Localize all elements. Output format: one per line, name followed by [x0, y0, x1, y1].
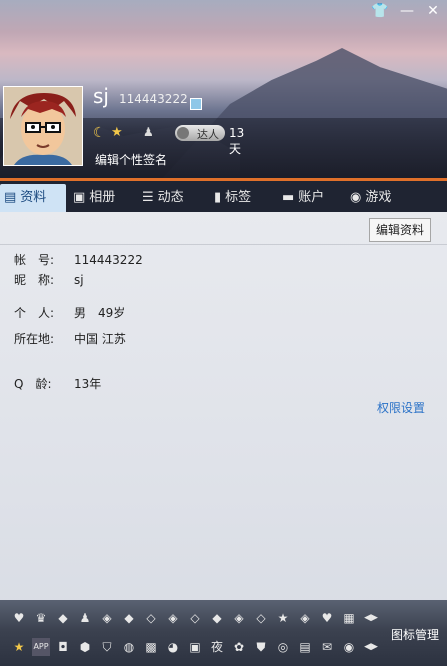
mail-icon[interactable]: ✉ [318, 638, 336, 656]
swirl-icon[interactable]: ◍ [120, 638, 138, 656]
document-icon[interactable]: ▤ [296, 638, 314, 656]
tab-games[interactable]: ◉ 游戏 [350, 184, 391, 212]
pet-icon[interactable]: ✿ [230, 638, 248, 656]
diamond-icon[interactable]: ◆ [54, 609, 72, 627]
minimize-icon[interactable]: — [396, 2, 418, 20]
nickname[interactable]: sj [93, 84, 109, 108]
heart-icon[interactable]: ♥ [10, 609, 28, 627]
id-card-icon: ▤ [4, 190, 17, 205]
tab-label: 游戏 [365, 190, 392, 205]
tab-label: 标签 [225, 190, 252, 205]
photo-album-icon: ▣ [73, 190, 86, 205]
shield-icon[interactable]: ⛉ [98, 638, 116, 656]
personal-value: 男 49岁 [74, 306, 126, 320]
vip-badge-icon[interactable] [190, 98, 202, 110]
profile-header: 👕 — ✕ sj 114443222 ☾ ★ ♟ 达人 13天 编辑个性签名 [0, 0, 447, 178]
profile-content: 编辑资料 帐 号: 114443222 昵 称: sj 个 人: 男 49岁 所在地:… [0, 212, 447, 592]
briefcase-icon: ▬ [282, 190, 295, 205]
circle-icon[interactable]: ◉ [340, 638, 358, 656]
diamond-icon[interactable]: ◆ [120, 609, 138, 627]
account-row: 帐 号: 114443222 [14, 251, 143, 268]
penguin-icon[interactable]: ♟ [76, 609, 94, 627]
edit-signature-link[interactable]: 编辑个性签名 [95, 151, 167, 168]
location-value: 中国 江苏 [74, 332, 126, 346]
prev-next-arrows-icon[interactable]: ◀▶ [362, 609, 380, 627]
3d-icon[interactable]: ◎ [274, 638, 292, 656]
tab-bar: ▤ 资料 ▣ 相册 ☰ 动态 ▮ 标签 ▬ 账户 ◉ 游戏 [0, 178, 447, 212]
nickname-row: 昵 称: sj [14, 271, 84, 288]
moon-level-icon[interactable]: ☾ [93, 125, 106, 141]
camera-icon[interactable]: ◘ [54, 638, 72, 656]
tab-profile[interactable]: ▤ 资料 [0, 184, 66, 212]
edit-profile-button[interactable]: 编辑资料 [368, 218, 431, 242]
hexagon-icon[interactable]: ⬢ [76, 638, 94, 656]
profile-window: 👕 — ✕ sj 114443222 ☾ ★ ♟ 达人 13天 编辑个性签名 ▤… [0, 0, 447, 666]
icon-manager-button[interactable]: 图标管理 [391, 626, 439, 643]
account-value: 114443222 [74, 253, 143, 267]
night-icon[interactable]: 夜 [208, 638, 226, 656]
talent-days: 13天 [229, 126, 245, 156]
shield-t-icon[interactable]: ⛊ [252, 638, 270, 656]
talent-person-icon [177, 127, 189, 139]
talent-badge[interactable]: 达人 [175, 125, 225, 141]
gem-icon[interactable]: ◈ [164, 609, 182, 627]
star-icon[interactable]: ★ [10, 638, 28, 656]
close-icon[interactable]: ✕ [422, 2, 444, 20]
talent-label: 达人 [197, 128, 219, 141]
permission-settings-link[interactable]: 权限设置 [377, 399, 425, 416]
avatar-image [4, 87, 82, 165]
gem-icon[interactable]: ◇ [252, 609, 270, 627]
service-icon-bar: ♥ ♛ ◆ ♟ ◈ ◆ ◇ ◈ ◇ ◆ ◈ ◇ ★ ◈ ♥ ▦ ◀▶ ★ APP… [0, 600, 447, 666]
nickname-label: 昵 称: [14, 273, 55, 287]
tab-label: 动态 [157, 190, 184, 205]
qage-row: Q 龄: 13年 [14, 375, 101, 392]
diamond-icon[interactable]: ◆ [208, 609, 226, 627]
trophy-icon[interactable]: ♛ [32, 609, 50, 627]
app-icon[interactable]: APP [32, 638, 50, 656]
qq-number: 114443222 [119, 92, 188, 106]
penguin-icon[interactable]: ♟ [143, 125, 154, 139]
nickname-value: sj [74, 273, 84, 287]
location-label: 所在地: [14, 332, 55, 346]
tab-label: 资料 [20, 190, 47, 205]
tab-feed[interactable]: ☰ 动态 [142, 184, 184, 212]
tab-account[interactable]: ▬ 账户 [282, 184, 324, 212]
cube-icon[interactable]: ▣ [186, 638, 204, 656]
box-icon[interactable]: ▩ [142, 638, 160, 656]
heart-icon[interactable]: ♥ [318, 609, 336, 627]
gift-icon[interactable]: ▦ [340, 609, 358, 627]
gem-icon[interactable]: ◇ [186, 609, 204, 627]
personal-label: 个 人: [14, 306, 55, 320]
bookmark-icon: ▮ [214, 190, 222, 205]
qage-value: 13年 [74, 377, 102, 391]
tab-tags[interactable]: ▮ 标签 [214, 184, 251, 212]
tab-label: 相册 [89, 190, 116, 205]
feed-list-icon: ☰ [142, 190, 154, 205]
gem-icon[interactable]: ◈ [296, 609, 314, 627]
account-label: 帐 号: [14, 253, 55, 267]
skin-shirt-icon[interactable]: 👕 [369, 2, 391, 20]
music-icon[interactable]: ◕ [164, 638, 182, 656]
gem-icon[interactable]: ◇ [142, 609, 160, 627]
prev-next-arrows-icon[interactable]: ◀▶ [362, 638, 380, 656]
personal-row: 个 人: 男 49岁 [14, 304, 125, 321]
location-row: 所在地: 中国 江苏 [14, 330, 126, 347]
avatar[interactable] [3, 86, 83, 166]
divider [0, 244, 447, 245]
star-level-icon[interactable]: ★ [111, 125, 123, 140]
tab-label: 账户 [298, 190, 325, 205]
game-icon: ◉ [350, 190, 362, 205]
gem-icon[interactable]: ◈ [98, 609, 116, 627]
gem-icon[interactable]: ◈ [230, 609, 248, 627]
star-icon[interactable]: ★ [274, 609, 292, 627]
qage-label: Q 龄: [14, 377, 52, 391]
tab-album[interactable]: ▣ 相册 [73, 184, 115, 212]
